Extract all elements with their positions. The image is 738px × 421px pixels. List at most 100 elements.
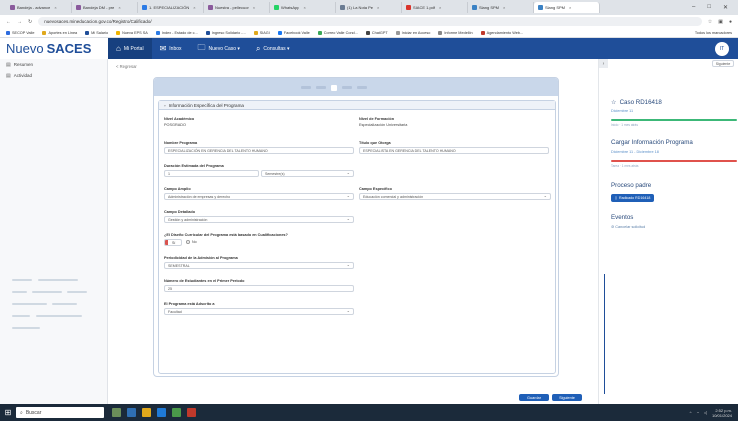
bookmarks-list: SECOP Valle Aportes en Linea Mi Salario Nue…	[6, 30, 523, 35]
pager-dot[interactable]	[316, 86, 326, 89]
caso-date: Diciembre 11	[611, 109, 634, 113]
close-icon[interactable]: ✕	[723, 4, 728, 11]
sidebar-item-label: Resumen	[13, 62, 33, 67]
pager-dot-active[interactable]	[331, 84, 337, 91]
reload-icon[interactable]: ↻	[28, 19, 32, 25]
tab-close-icon[interactable]: ×	[118, 5, 120, 10]
panel-scroll-indicator[interactable]	[604, 274, 605, 394]
tab-close-icon[interactable]: ×	[503, 5, 505, 10]
cancelar-link[interactable]: ⊘ Cancelar solicitud	[611, 224, 645, 229]
extensions-icon[interactable]: ▣	[718, 19, 723, 25]
pager-dot[interactable]	[357, 86, 367, 89]
collapse-icon: ▫	[164, 102, 166, 108]
taskbar-search[interactable]: ⌕ Buscar	[16, 407, 104, 418]
radicado-button[interactable]: ▯ Radicado RD16418	[611, 194, 655, 202]
tab-label: Nuestra - pellecuor	[215, 5, 249, 10]
app-icon-taskview[interactable]	[127, 408, 136, 417]
panel-toggle[interactable]: ›	[599, 59, 608, 68]
browser-tab[interactable]: Slang SPM ×	[534, 2, 600, 13]
clock[interactable]: 2:52 p.m. 10/01/2024	[712, 408, 732, 418]
save-button[interactable]: Guardar	[519, 394, 549, 401]
browser-tab[interactable]: (1) La Nota Pe ×	[336, 2, 402, 13]
section-header[interactable]: ▫ Información Específica del Programa	[159, 101, 555, 110]
radio-no[interactable]: No	[186, 240, 197, 244]
app-icon-explorer[interactable]	[142, 408, 151, 417]
tab-close-icon[interactable]: ×	[253, 5, 255, 10]
maximize-icon[interactable]: □	[707, 4, 711, 11]
windows-start-icon[interactable]: ⊞	[0, 404, 16, 421]
bookmark-item[interactable]: Nueva EPS SA	[116, 30, 148, 35]
bookmark-item[interactable]: Agendamiento Web...	[480, 30, 523, 35]
all-bookmarks-link[interactable]: Todos los marcadores	[695, 31, 738, 35]
pager-dot[interactable]	[301, 86, 311, 89]
bookmark-item[interactable]: Aportes en Linea	[42, 30, 77, 35]
bookmark-item[interactable]: Index - Estado de c...	[155, 30, 198, 35]
nombre-programa-input[interactable]: ESPECIALIZACIÓN EN GERENCIA DEL TALENTO …	[164, 147, 354, 154]
sidebar-item-actividad[interactable]: ▤ Actividad	[0, 70, 107, 81]
next-button[interactable]: Siguiente	[552, 394, 582, 401]
browser-tab[interactable]: Nuestra - pellecuor ×	[204, 2, 270, 13]
network-icon[interactable]: ◔	[696, 410, 698, 415]
browser-tab[interactable]: WhatsApp ×	[270, 2, 336, 13]
bookmark-item[interactable]: Facebook Valle	[277, 30, 310, 35]
browser-tab[interactable]: Bandeja DM - pre ×	[72, 2, 138, 13]
favicon-icon	[208, 5, 213, 10]
pager-dot[interactable]	[342, 86, 352, 89]
browser-tab[interactable]: Bandeja - advance ×	[6, 2, 72, 13]
back-link[interactable]: < Regresar	[116, 64, 137, 69]
nav-nuevo-caso[interactable]: 🗀 Nuevo Caso ▾	[190, 38, 248, 59]
bookmark-item[interactable]: ChatGPT	[365, 30, 388, 35]
star-icon[interactable]: ☆	[708, 19, 712, 25]
panel-top-link[interactable]: Siguiente	[712, 60, 734, 67]
bookmark-icon	[116, 30, 121, 35]
campo-detallado-select[interactable]: Gestión y administración	[164, 216, 354, 223]
list-icon: ▤	[6, 61, 11, 68]
back-arrow-icon[interactable]: ←	[6, 19, 11, 25]
tab-close-icon[interactable]: ×	[439, 5, 441, 10]
bookmark-item[interactable]: Correo Valle Cond...	[317, 30, 358, 35]
forward-arrow-icon[interactable]: →	[17, 19, 22, 25]
browser-tab[interactable]: 1. ESPECIALIZACIÓN ×	[138, 2, 204, 13]
tab-close-icon[interactable]: ×	[569, 5, 571, 10]
bookmark-item[interactable]: Mi Salario	[85, 30, 108, 35]
app-icon-widget[interactable]	[112, 408, 121, 417]
minimize-icon[interactable]: –	[692, 4, 695, 11]
bookmark-item[interactable]: SIAGI	[253, 30, 270, 35]
tab-label: Bandeja DM - pre	[83, 5, 115, 10]
search-icon: ⌕	[255, 43, 261, 53]
tab-close-icon[interactable]: ×	[54, 5, 56, 10]
bookmark-item[interactable]: Iniciar en Acceso	[395, 30, 430, 35]
app-icon-acrobat[interactable]	[187, 408, 196, 417]
adscrito-select[interactable]: Facultad	[164, 308, 354, 315]
tab-close-icon[interactable]: ×	[193, 5, 195, 10]
bookmark-item[interactable]: Ingreso Solidario -...	[205, 30, 246, 35]
tab-close-icon[interactable]: ×	[377, 5, 379, 10]
periodicidad-select[interactable]: SEMESTRAL	[164, 262, 354, 269]
duracion-input[interactable]: 1	[164, 170, 259, 177]
tab-close-icon[interactable]: ×	[303, 5, 305, 10]
app-logo[interactable]: Nuevo SACES	[0, 38, 108, 59]
nav-mi-portal[interactable]: ⌂ Mi Portal	[108, 38, 152, 59]
chevron-up-icon[interactable]: ^	[690, 410, 692, 415]
campo-especifico-select[interactable]: Educación comercial y administración	[359, 193, 551, 200]
browser-tab[interactable]: SIACE 1.pdf ×	[402, 2, 468, 13]
estudiantes-input[interactable]: 25	[164, 285, 354, 292]
sidebar-item-resumen[interactable]: ▤ Resumen	[0, 59, 107, 70]
star-icon[interactable]: ☆	[611, 99, 617, 106]
bookmark-item[interactable]: SECOP Valle	[6, 30, 34, 35]
profile-icon[interactable]: ●	[729, 19, 732, 25]
duracion-unit-select[interactable]: Semestre(s)	[261, 170, 354, 177]
caso-progress-bar	[611, 119, 737, 121]
volume-icon[interactable]: ◁	[704, 410, 707, 415]
campo-amplio-select[interactable]: Administración de empresas y derecho	[164, 193, 354, 200]
avatar[interactable]: IT	[715, 41, 729, 56]
titulo-input[interactable]: ESPECIALISTA EN GERENCIA DEL TALENTO HUM…	[359, 147, 549, 154]
app-icon-edge[interactable]	[157, 408, 166, 417]
radio-si[interactable]: Sí	[164, 239, 182, 246]
bookmark-item[interactable]: Informe Medellín	[438, 30, 473, 35]
url-field[interactable]: nuevosaces.mineducacion.gov.co/Registro/…	[38, 17, 702, 26]
app-icon-chrome[interactable]	[172, 408, 181, 417]
nav-inbox[interactable]: ✉ Inbox	[152, 38, 190, 59]
browser-tab[interactable]: Slang SPM ×	[468, 2, 534, 13]
nav-consultas[interactable]: ⌕ Consultas ▾	[248, 38, 298, 59]
